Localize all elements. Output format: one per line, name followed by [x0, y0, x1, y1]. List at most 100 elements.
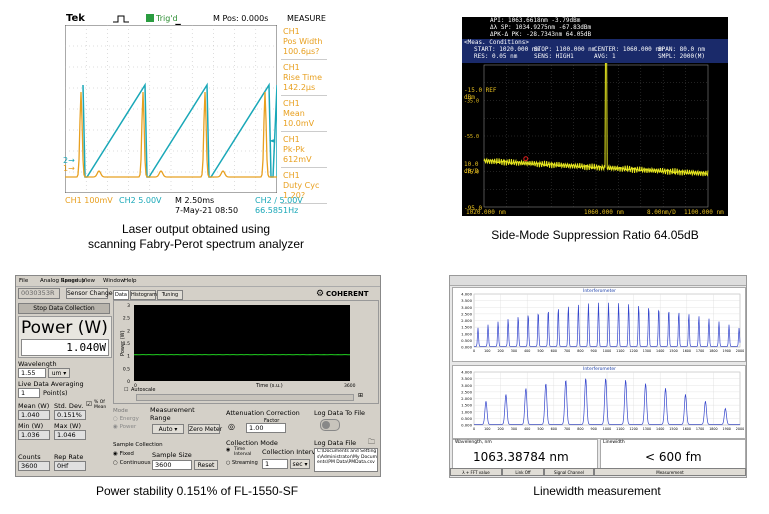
- interval-input[interactable]: 1: [262, 459, 288, 469]
- lw-tab[interactable]: Link Off: [502, 468, 544, 476]
- lw-x-tick: 700: [564, 349, 570, 353]
- wavelength-input[interactable]: 1.55: [18, 368, 46, 378]
- coll-time-option[interactable]: ◉: [226, 448, 230, 453]
- osa-header: API: 1063.6618nm -3.79dBm Δλ SP: 1034.92…: [462, 17, 728, 39]
- plot-x-axis-label: Time (s.u.): [256, 383, 283, 389]
- plot-y-tick: 2: [127, 328, 130, 334]
- osa-x-center: 1060.000 nm: [584, 209, 624, 216]
- lw-y-tick: 3.000: [461, 305, 472, 310]
- lw-x-tick: 400: [524, 349, 530, 353]
- osa-plot: -35.0-55.0-75.0: [464, 63, 709, 208]
- plot-tools-icon[interactable]: ⊞: [358, 392, 363, 400]
- log-toggle-knob: [322, 421, 330, 429]
- mode-energy-option[interactable]: ○ Energy: [113, 415, 139, 423]
- lw-x-tick: 500: [537, 427, 543, 431]
- sensor-changed-button[interactable]: Sensor Changed: [66, 288, 116, 299]
- osa-x-start: 1020.000 nm: [466, 209, 506, 216]
- osa-x-div: 8.00nm/D: [647, 209, 676, 216]
- counts-label: Counts: [18, 453, 41, 461]
- tab-strip: Data Histogram Tuning: [113, 290, 203, 300]
- linewidth-screenshot: Interferometer 4.000 3.500 3.000 2.500 2.000…: [449, 275, 747, 478]
- min-label: Min (W): [18, 422, 44, 430]
- lw-x-tick: 0: [473, 349, 475, 353]
- lw-linewidth-label: Linewidth: [603, 440, 625, 445]
- lw-tab[interactable]: Measurement: [594, 468, 746, 476]
- osa-span: SPAN: 80.0 nm: [658, 46, 705, 53]
- measurement-value: 100.6µs?: [283, 47, 320, 56]
- lw-x-tick: 800: [577, 427, 583, 431]
- averaging-input[interactable]: 1: [18, 388, 40, 398]
- lw-y-tick: 1.500: [461, 403, 472, 408]
- osa-screenshot: API: 1063.6618nm -3.79dBm Δλ SP: 1034.92…: [462, 17, 728, 216]
- attenuation-toggle[interactable]: ◎: [228, 423, 235, 431]
- osa-conditions: <Meas. Conditions> START: 1020.000 nm ST…: [462, 39, 728, 63]
- osa-res: RES: 0.05 nm: [474, 53, 518, 60]
- measure-title: MEASURE: [287, 14, 326, 23]
- lw-tab[interactable]: λ + FFT value: [450, 468, 502, 476]
- sample-fixed-option[interactable]: ◉ Fixed: [113, 450, 134, 458]
- mean-value: 1.040: [18, 410, 50, 420]
- lw-x-tick: 1100: [616, 349, 624, 353]
- osa-avg: AVG: 1: [594, 53, 616, 60]
- lw-bottom-tabs: λ + FFT value Link Off Signal Channel Measu…: [450, 468, 746, 476]
- stop-data-collection-button[interactable]: Stop Data Collection: [18, 303, 110, 314]
- tab[interactable]: Data: [113, 290, 129, 300]
- power-display: Power (W) 1.040W: [18, 316, 112, 358]
- mode-power-option[interactable]: ◉ Power: [113, 423, 136, 431]
- lw-x-tick: 900: [591, 427, 597, 431]
- interval-unit: sec: [292, 461, 303, 468]
- scope-brand: Tek: [66, 13, 85, 24]
- range-select[interactable]: Auto ▾: [152, 424, 184, 434]
- log-toggle[interactable]: [320, 419, 340, 431]
- lw-x-tick: 700: [564, 427, 570, 431]
- plot-y-axis-label: Power (W): [120, 330, 126, 356]
- autoscale-checkbox[interactable]: ☐: [124, 386, 128, 394]
- sample-size-input[interactable]: 3600: [152, 460, 192, 470]
- chevron-down-icon: ▾: [63, 370, 67, 377]
- menu-item[interactable]: File: [19, 277, 28, 285]
- menu-bar: File Analog Range Speedup View Window Help: [16, 276, 380, 287]
- menu-item[interactable]: View: [82, 277, 95, 285]
- pct-of-mean-label: % Of Mean: [94, 400, 107, 410]
- osa-header-line1: API: 1063.6618nm -3.79dBm: [490, 17, 581, 24]
- lw-x-tick: 1800: [709, 427, 717, 431]
- logfile-path[interactable]: C:\Documents and Settings\Administrator\…: [314, 448, 378, 472]
- factor-input[interactable]: 1.00: [246, 423, 286, 433]
- menu-item[interactable]: Window: [103, 277, 125, 285]
- sample-fixed-label: Fixed: [119, 451, 134, 457]
- measurement-name: Duty Cyc: [283, 181, 320, 190]
- wavelength-unit-select[interactable]: um ▾: [48, 368, 70, 378]
- tab[interactable]: Histogram: [130, 290, 157, 300]
- ch1-scale: CH1 100mV: [65, 196, 113, 205]
- osa-scale: 10.0: [464, 161, 479, 168]
- attenuation-label: Attenuation Correction: [226, 409, 300, 417]
- osa-start: START: 1020.000 nm: [474, 46, 540, 53]
- measurement-box: CH1 Pos Width 100.6µs?: [281, 25, 327, 60]
- lw-x-tick: 200: [497, 427, 503, 431]
- lw-x-tick: 1600: [683, 427, 691, 431]
- folder-icon[interactable]: 🗀: [368, 438, 375, 446]
- plot-scrollbar[interactable]: [136, 394, 354, 401]
- coll-streaming-option[interactable]: ○ Streaming: [226, 459, 258, 467]
- pct-checkbox[interactable]: ☑: [86, 400, 92, 408]
- zero-meter-button[interactable]: Zero Meter: [188, 424, 222, 434]
- lw-x-tick: 1100: [616, 427, 624, 431]
- osa-ref-unit: dBm: [464, 94, 475, 101]
- reset-button[interactable]: Reset: [194, 460, 218, 470]
- tab[interactable]: Tuning: [157, 290, 183, 300]
- oscilloscope-screenshot: Tek Trig'd ▼ M Pos: 0.000s MEASURE 2→ 1→…: [63, 12, 329, 217]
- lw-top-plot: 4.0003.500 3.0002.500 2.000 1.5001.000 0.500…: [461, 292, 744, 354]
- osc-caption-line1: Laser output obtained using: [121, 222, 271, 236]
- osa-marker-sidemode: [523, 156, 529, 162]
- sample-continuous-option[interactable]: ○ Continuous: [113, 459, 151, 467]
- range-value: Auto: [158, 426, 173, 433]
- lw-tab[interactable]: Signal Channel: [544, 468, 594, 476]
- osa-caption: Side-Mode Suppression Ratio 64.05dB: [491, 228, 699, 242]
- coherent-logo: ⚙ COHERENT: [316, 288, 378, 300]
- measurement-box: CH1 Rise Time 142.2µs: [281, 61, 327, 96]
- lw-x-tick: 1000: [603, 427, 611, 431]
- measurement-box: CH1 Pk-Pk 612mV: [281, 133, 327, 168]
- log-label: Log Data To File: [314, 409, 366, 417]
- interval-unit-select[interactable]: sec ▾: [290, 459, 310, 469]
- menu-item[interactable]: Help: [124, 277, 137, 285]
